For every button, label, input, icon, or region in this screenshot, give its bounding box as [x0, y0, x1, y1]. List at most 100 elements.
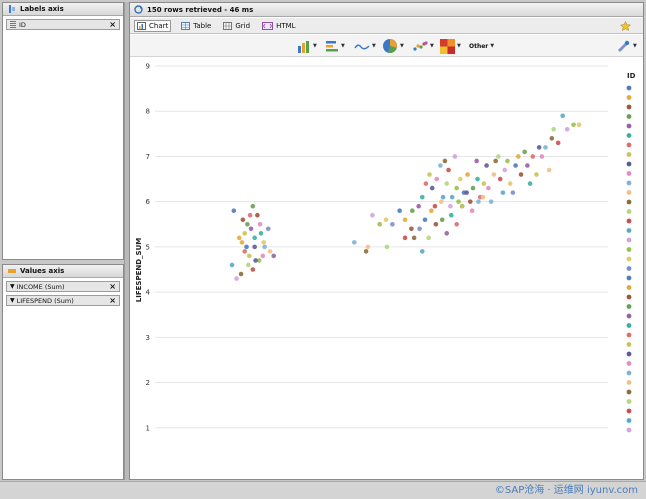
scatter-point[interactable] [234, 276, 239, 281]
scatter-point[interactable] [255, 212, 260, 218]
scatter-point[interactable] [432, 203, 438, 209]
scatter-point[interactable] [444, 181, 450, 186]
remove-icon[interactable]: × [109, 20, 116, 30]
legend-swatch[interactable] [626, 389, 632, 395]
legend-swatch[interactable] [626, 380, 632, 385]
scatter-point[interactable] [429, 185, 435, 191]
scatter-point[interactable] [493, 158, 498, 164]
value-chip-income[interactable]: ▼ INCOME (Sum) × [6, 281, 120, 292]
scatter-point[interactable] [454, 185, 459, 191]
legend-swatch[interactable] [626, 95, 632, 100]
scatter-point[interactable] [491, 172, 497, 177]
scatter-point[interactable] [486, 185, 491, 191]
scatter-point[interactable] [467, 199, 473, 204]
scatter-point[interactable] [409, 226, 414, 232]
legend-swatch[interactable] [626, 370, 632, 376]
legend-swatch[interactable] [626, 266, 632, 271]
scatter-point[interactable] [402, 217, 408, 223]
scatter-point[interactable] [250, 267, 256, 272]
chevron-down-icon[interactable]: ▼ [10, 297, 15, 304]
scatter-point[interactable] [231, 208, 237, 214]
legend-swatch[interactable] [626, 123, 632, 129]
scatter-point[interactable] [246, 262, 251, 268]
remove-icon[interactable]: × [109, 282, 116, 292]
legend-swatch[interactable] [626, 180, 632, 186]
legend-swatch[interactable] [626, 351, 632, 357]
scatter-point[interactable] [571, 122, 576, 128]
scatter-point[interactable] [261, 240, 267, 245]
legend-swatch[interactable] [626, 408, 632, 414]
scatter-point[interactable] [438, 199, 444, 204]
horizontal-bar-button[interactable]: ▼ [325, 38, 345, 54]
scatter-point[interactable] [384, 244, 390, 250]
legend-swatch[interactable] [626, 427, 632, 433]
legend-swatch[interactable] [626, 247, 632, 252]
dropdown-arrow-icon[interactable]: ▼ [430, 43, 434, 49]
legend-swatch[interactable] [626, 133, 632, 138]
legend-swatch[interactable] [626, 161, 632, 167]
scatter-point[interactable] [427, 172, 432, 177]
legend-swatch[interactable] [626, 190, 632, 195]
scatter-point[interactable] [267, 249, 273, 254]
pie-chart-button[interactable]: ▼ [382, 38, 404, 54]
scatter-point[interactable] [370, 212, 375, 218]
other-charts-button[interactable]: Other ▼ [469, 38, 494, 54]
scatter-point[interactable] [560, 113, 565, 119]
scatter-point[interactable] [480, 194, 486, 200]
scatter-point[interactable] [248, 226, 254, 232]
legend-swatch[interactable] [626, 152, 632, 157]
scatter-point[interactable] [518, 172, 524, 177]
bar-chart-button[interactable]: ▼ [297, 38, 317, 54]
scatter-point[interactable] [465, 172, 470, 177]
scatter-point[interactable] [377, 221, 382, 227]
refresh-icon[interactable] [134, 5, 143, 14]
scatter-point[interactable] [438, 163, 443, 168]
scatter-point[interactable] [244, 244, 249, 250]
dropdown-arrow-icon[interactable]: ▼ [633, 43, 637, 49]
scatter-point[interactable] [513, 163, 518, 168]
scatter-point[interactable] [271, 253, 276, 259]
scatter-point[interactable] [449, 194, 455, 200]
scatter-point[interactable] [417, 226, 422, 232]
scatter-point[interactable] [410, 208, 415, 214]
legend-swatch[interactable] [626, 199, 632, 205]
remove-icon[interactable]: × [109, 296, 116, 306]
scatter-point[interactable] [429, 208, 434, 214]
scatter-point[interactable] [239, 240, 245, 245]
scatter-point[interactable] [469, 208, 475, 214]
scatter-point[interactable] [534, 172, 539, 177]
scatter-point[interactable] [440, 194, 446, 200]
legend-swatch[interactable] [626, 313, 632, 319]
scatter-point[interactable] [464, 190, 469, 195]
scatter-point[interactable] [422, 217, 428, 223]
scatter-point[interactable] [497, 176, 503, 182]
scatter-point[interactable] [543, 145, 548, 150]
scatter-point[interactable] [546, 167, 552, 173]
scatter-point[interactable] [411, 235, 417, 241]
dropdown-arrow-icon[interactable]: ▼ [457, 43, 461, 49]
scatter-point[interactable] [229, 262, 235, 268]
legend-swatch[interactable] [626, 304, 632, 309]
legend-swatch[interactable] [626, 171, 632, 176]
legend-swatch[interactable] [626, 237, 632, 243]
scatter-point[interactable] [419, 249, 425, 254]
scatter-point[interactable] [257, 221, 263, 227]
legend-swatch[interactable] [626, 399, 632, 404]
chart-settings-button[interactable]: ▼ [617, 38, 637, 54]
scatter-point[interactable] [262, 244, 267, 250]
scatter-point[interactable] [242, 231, 247, 236]
legend-swatch[interactable] [626, 209, 632, 214]
scatter-point[interactable] [258, 231, 264, 236]
line-chart-button[interactable]: ▼ [354, 38, 376, 54]
scatter-point[interactable] [242, 249, 247, 254]
scatter-point[interactable] [564, 127, 570, 132]
legend-swatch[interactable] [626, 114, 632, 119]
scatter-point[interactable] [502, 167, 508, 173]
legend-swatch[interactable] [626, 342, 632, 347]
scatter-point[interactable] [576, 122, 582, 128]
dropdown-arrow-icon[interactable]: ▼ [490, 43, 494, 49]
legend-swatch[interactable] [626, 218, 632, 224]
heatmap-button[interactable]: ▼ [440, 38, 461, 54]
legend-swatch[interactable] [626, 418, 632, 423]
scatter-point[interactable] [525, 163, 530, 168]
